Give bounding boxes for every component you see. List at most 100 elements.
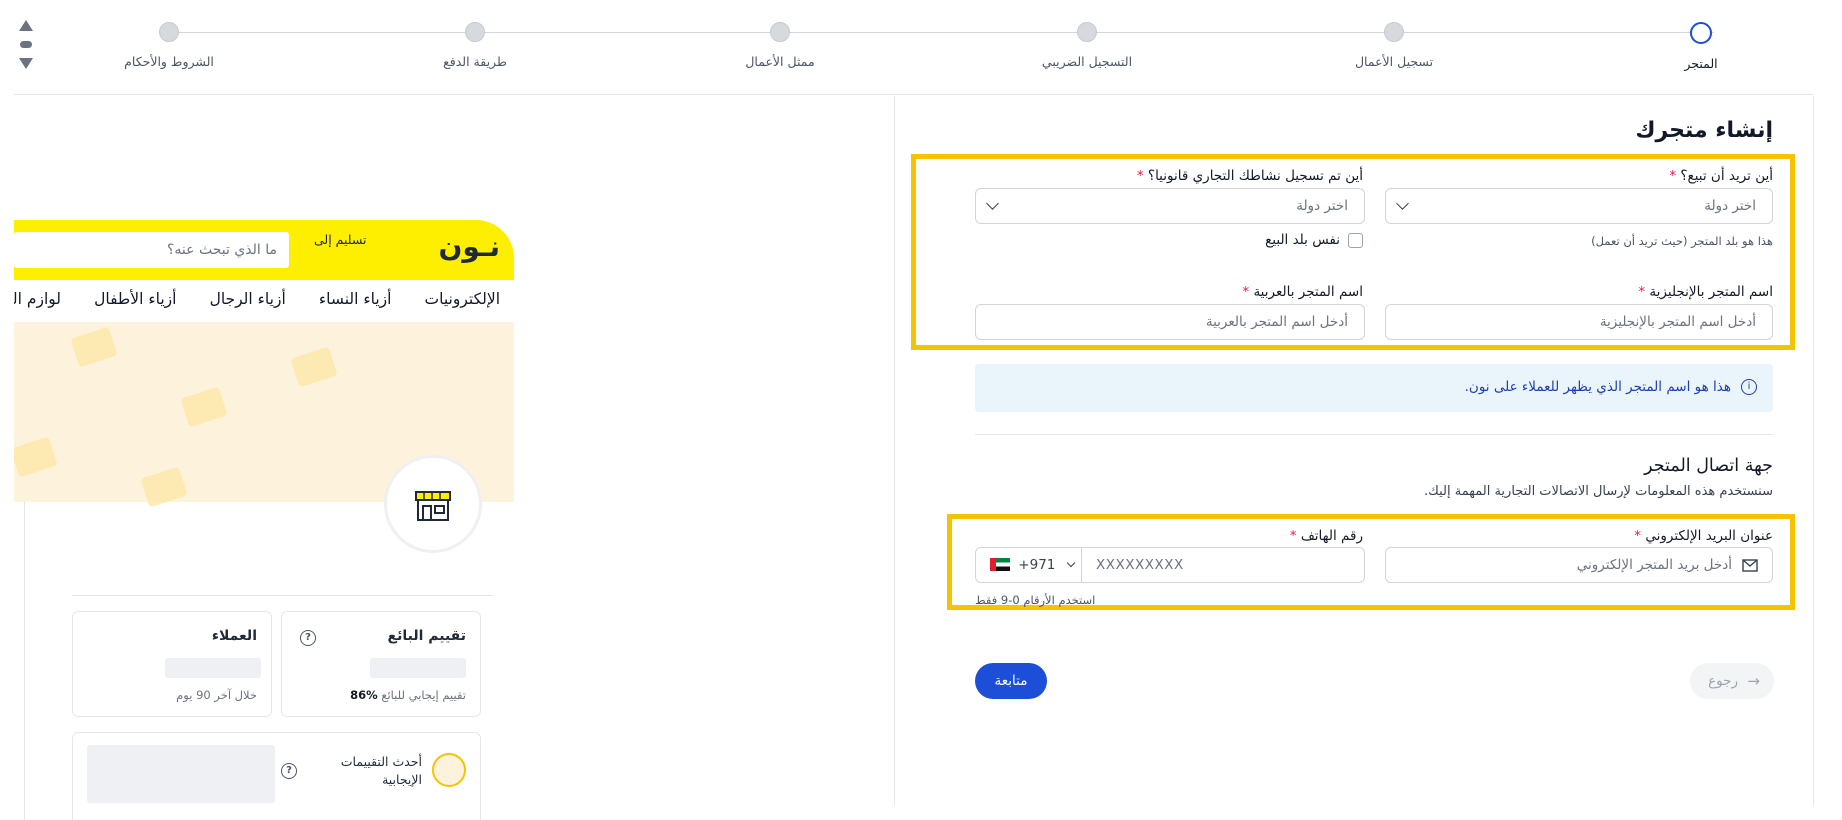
phone-hint: استخدم الأرقام 0-9 فقط [975, 593, 1096, 607]
registered-where-label-text: أين تم تسجيل نشاطك التجاري قانونيا؟ [1147, 168, 1363, 184]
banner-pattern [70, 326, 118, 368]
email-label-text: عنوان البريد الإلكتروني [1645, 528, 1773, 544]
back-button-label: رجوع [1708, 673, 1738, 689]
step-label: تسجيل الأعمال [1354, 54, 1434, 69]
customers-card: العملاء خلال آخر 90 يوم [72, 611, 272, 717]
banner-pattern [180, 386, 228, 428]
arrow-right-icon: → [1747, 672, 1760, 690]
contact-section-title: جهة اتصال المتجر [1644, 456, 1773, 476]
country-code-select[interactable]: +971 [976, 548, 1082, 582]
create-store-form: إنشاء متجرك أين تريد أن تبيع؟ * اختر دول… [894, 96, 1814, 806]
phone-input[interactable]: XXXXXXXXX [1096, 557, 1184, 573]
store-name-ar-label-text: اسم المتجر بالعربية [1253, 284, 1363, 300]
mail-icon [1742, 559, 1758, 572]
required-mark: * [1289, 528, 1297, 544]
preview-divider [72, 595, 494, 596]
seller-rating-title: تقييم البائع [387, 628, 466, 644]
required-mark: * [1242, 284, 1250, 300]
preview-category-nav: الإلكترونيات أزياء النساء أزياء الرجال أ… [14, 280, 514, 322]
required-mark: * [1634, 528, 1642, 544]
step-dot-icon [159, 22, 179, 42]
uae-flag-icon [990, 558, 1010, 571]
same-country-label: نفس بلد البيع [1265, 232, 1340, 248]
step-label: ممثل الأعمال [745, 54, 815, 69]
step-payment-method[interactable]: طريقة الدفع [395, 22, 555, 69]
step-dot-icon [1384, 22, 1404, 42]
nav-item: الإلكترونيات [424, 290, 500, 308]
store-icon [384, 455, 482, 553]
registered-country-select[interactable]: اختر دولة [975, 188, 1365, 224]
step-dot-icon [770, 22, 790, 42]
nav-item: أزياء الأطفال [94, 290, 177, 308]
email-label: عنوان البريد الإلكتروني * [1634, 528, 1773, 544]
customers-title: العملاء [211, 628, 257, 644]
skeleton-placeholder [165, 658, 261, 678]
step-terms[interactable]: الشروط والأحكام [89, 22, 249, 69]
store-preview: نـون تسليم إلى ما الذي تبحث عنه؟ الإلكتر… [14, 220, 514, 820]
step-store[interactable]: المتجر [1621, 22, 1781, 71]
chevron-down-icon [1396, 197, 1409, 210]
sell-where-hint: هذا هو بلد المتجر (حيث تريد أن تعمل) [1591, 234, 1773, 248]
review-badge-icon [432, 753, 466, 787]
skeleton-placeholder [370, 658, 466, 678]
step-label: التسجيل الضريبي [1041, 54, 1133, 69]
continue-button[interactable]: متابعة [975, 663, 1047, 699]
banner-pattern [14, 436, 58, 478]
contact-section-subtitle: سنستخدم هذه المعلومات لإرسال الاتصالات ا… [1424, 484, 1773, 499]
store-name-en-label: اسم المتجر بالإنجليزية * [1638, 284, 1773, 300]
registered-where-label: أين تم تسجيل نشاطك التجاري قانونيا؟ * [1137, 168, 1363, 184]
nav-item: لوازم الجمال [14, 290, 62, 308]
store-name-en-label-text: اسم المتجر بالإنجليزية [1649, 284, 1773, 300]
chevron-down-icon [986, 197, 999, 210]
step-tax-registration[interactable]: التسجيل الضريبي [1007, 22, 1167, 69]
checkbox-icon[interactable] [1348, 232, 1363, 248]
banner-pattern [290, 346, 338, 388]
step-business-representative[interactable]: ممثل الأعمال [700, 22, 860, 69]
phone-label: رقم الهاتف * [1290, 528, 1363, 544]
noon-logo: نـون [438, 230, 500, 263]
store-name-ar-label: اسم المتجر بالعربية * [1242, 284, 1363, 300]
step-business-registration[interactable]: تسجيل الأعمال [1314, 22, 1474, 69]
email-placeholder: أدخل بريد المتجر الإلكتروني [1576, 557, 1732, 573]
phone-code: +971 [1018, 557, 1056, 573]
nav-item: أزياء النساء [318, 290, 392, 308]
seller-rating-text: 86% تقييم إيجابي للبائع [350, 688, 466, 702]
step-label: طريقة الدفع [443, 54, 507, 69]
help-icon: ? [300, 630, 316, 646]
email-field[interactable]: أدخل بريد المتجر الإلكتروني [1385, 547, 1773, 583]
preview-header: نـون تسليم إلى ما الذي تبحث عنه؟ [14, 220, 514, 280]
store-name-ar-input[interactable]: أدخل اسم المتجر بالعربية [975, 304, 1365, 340]
sell-country-select[interactable]: اختر دولة [1385, 188, 1773, 224]
chevron-down-icon [1066, 558, 1075, 568]
info-banner: i هذا هو اسم المتجر الذي يظهر للعملاء على… [975, 364, 1773, 412]
phone-label-text: رقم الهاتف [1300, 528, 1363, 544]
help-icon: ? [281, 763, 297, 779]
step-current-icon [1690, 22, 1712, 44]
seller-rating-percent: 86% [350, 688, 378, 702]
step-dot-icon [1077, 22, 1097, 42]
progress-stepper: المتجر تسجيل الأعمال التسجيل الضريبي ممث… [14, 0, 1814, 95]
sell-where-label-text: أين تريد أن تبيع؟ [1680, 168, 1773, 184]
step-label: المتجر [1684, 56, 1718, 71]
required-mark: * [1136, 168, 1144, 184]
latest-reviews-card: أحدث التقييمات الإيجابية ? [72, 732, 481, 820]
step-label: الشروط والأحكام [124, 54, 214, 69]
required-mark: * [1669, 168, 1677, 184]
select-placeholder: اختر دولة [1296, 198, 1348, 214]
seller-rating-desc: تقييم إيجابي للبائع [381, 688, 466, 702]
same-country-checkbox[interactable]: نفس بلد البيع [1265, 232, 1363, 248]
skeleton-placeholder [87, 745, 275, 803]
info-text: هذا هو اسم المتجر الذي يظهر للعملاء على … [1464, 379, 1731, 395]
section-divider [975, 434, 1773, 435]
required-mark: * [1638, 284, 1646, 300]
back-button[interactable]: → رجوع [1690, 663, 1774, 699]
latest-reviews-title: أحدث التقييمات الإيجابية [340, 754, 422, 787]
step-dot-icon [465, 22, 485, 42]
phone-field: +971 XXXXXXXXX [975, 547, 1365, 583]
page-title: إنشاء متجرك [1635, 118, 1773, 143]
nav-item: أزياء الرجال [209, 290, 286, 308]
store-name-en-input[interactable]: أدخل اسم المتجر بالإنجليزية [1385, 304, 1773, 340]
info-icon: i [1741, 379, 1757, 395]
seller-rating-card: تقييم البائع ? 86% تقييم إيجابي للبائع [281, 611, 481, 717]
deliver-to-label: تسليم إلى [314, 232, 367, 247]
